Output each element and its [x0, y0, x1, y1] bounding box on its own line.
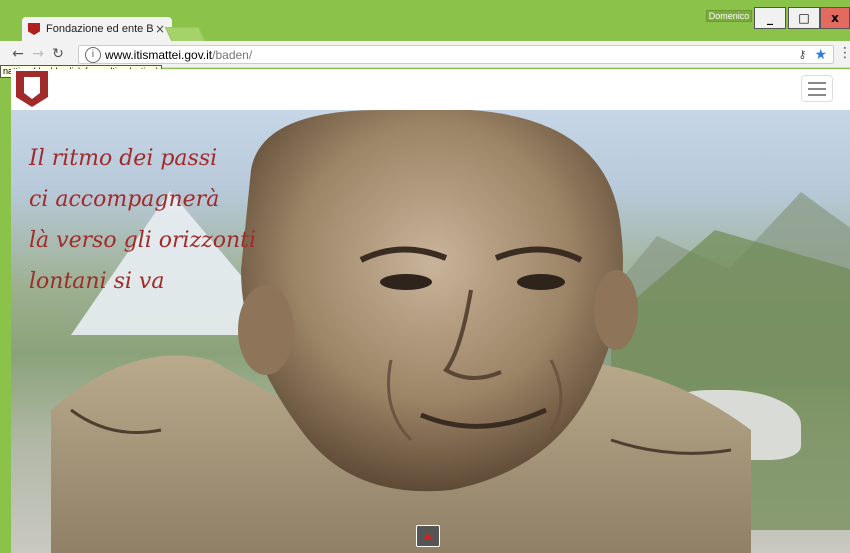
site-logo[interactable] [14, 69, 50, 109]
new-tab-button[interactable] [164, 27, 206, 41]
key-icon[interactable]: ⚷ [798, 48, 806, 61]
address-toolbar: ← → ↻ i www.itismattei.gov.it /baden/ ⚷ … [0, 41, 850, 68]
hamburger-line [808, 93, 826, 96]
quote-line: ci accompagnerà [29, 187, 220, 212]
browser-titlebar: Fondazione ed ente Bade × Domenico _ □ x [0, 0, 850, 41]
menu-dots-icon[interactable]: ⋮ [838, 45, 850, 61]
quote-line: Il ritmo dei passi [29, 146, 218, 171]
site-favicon-icon [28, 23, 40, 35]
url-input[interactable]: i www.itismattei.gov.it /baden/ ⚷ ★ [78, 45, 834, 64]
tab-title: Fondazione ed ente Bade [46, 23, 154, 35]
back-arrow-icon[interactable]: ← [8, 46, 28, 62]
scroll-to-top-button[interactable] [416, 525, 440, 547]
url-path: /baden/ [212, 47, 253, 62]
browser-tab[interactable]: Fondazione ed ente Bade × [22, 17, 172, 41]
hamburger-line [808, 81, 826, 84]
reload-icon[interactable]: ↻ [48, 46, 68, 62]
web-page: Il ritmo dei passi ci accompagnerà là ve… [11, 69, 850, 553]
maximize-button[interactable]: □ [788, 7, 820, 29]
quote-line: lontani si va [29, 269, 165, 294]
arrow-up-icon [423, 533, 433, 539]
info-icon[interactable]: i [85, 46, 101, 63]
tab-close-icon[interactable]: × [154, 22, 166, 36]
user-profile-badge[interactable]: Domenico [706, 10, 752, 22]
hamburger-line [808, 87, 826, 90]
quote-line: là verso gli orizzonti [29, 228, 257, 253]
url-host: www.itismattei.gov.it [105, 47, 213, 62]
site-header [11, 69, 850, 110]
minimize-button[interactable]: _ [754, 7, 786, 29]
hamburger-menu-button[interactable] [801, 75, 833, 102]
close-window-button[interactable]: x [820, 7, 850, 29]
hero-quote: Il ritmo dei passi ci accompagnerà là ve… [29, 138, 256, 302]
hero-banner: Il ritmo dei passi ci accompagnerà là ve… [11, 110, 850, 553]
star-icon[interactable]: ★ [814, 46, 827, 63]
forward-arrow-icon[interactable]: → [28, 46, 48, 62]
